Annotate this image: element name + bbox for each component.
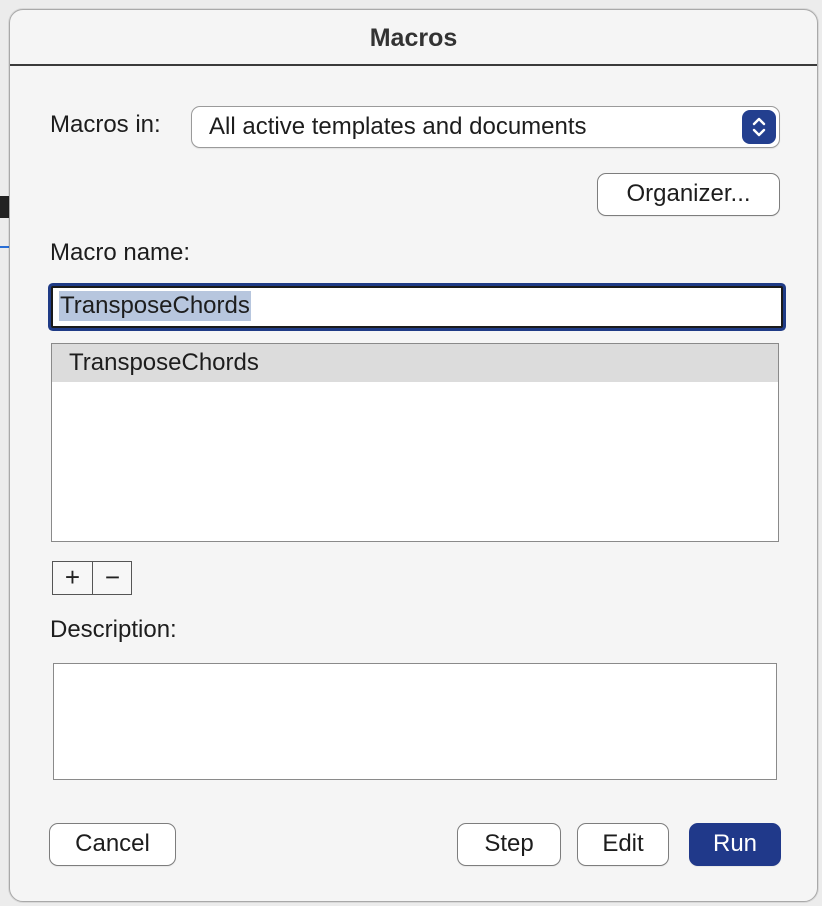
select-stepper-icon xyxy=(742,110,776,144)
organizer-button[interactable]: Organizer... xyxy=(597,173,780,216)
cancel-button[interactable]: Cancel xyxy=(49,823,176,866)
add-macro-button[interactable]: + xyxy=(53,562,92,594)
edit-button[interactable]: Edit xyxy=(577,823,669,866)
description-field[interactable] xyxy=(53,663,777,780)
dialog-title: Macros xyxy=(369,24,458,52)
dialog-titlebar: Macros xyxy=(10,10,817,66)
macro-list[interactable]: TransposeChords xyxy=(51,343,779,542)
description-label: Description: xyxy=(50,616,177,643)
step-button[interactable]: Step xyxy=(457,823,561,866)
macros-in-selected-value: All active templates and documents xyxy=(209,113,587,140)
macros-dialog: Macros Macros in: All active templates a… xyxy=(9,9,818,902)
run-button[interactable]: Run xyxy=(689,823,781,866)
macros-in-label: Macros in: xyxy=(50,111,161,138)
macro-name-field[interactable]: TransposeChords xyxy=(51,286,783,328)
remove-macro-button[interactable]: − xyxy=(93,562,132,594)
list-item[interactable]: TransposeChords xyxy=(52,344,778,382)
add-remove-control: + − xyxy=(52,561,132,595)
macro-name-value: TransposeChords xyxy=(59,291,251,321)
macro-name-label: Macro name: xyxy=(50,239,191,266)
macros-in-select[interactable]: All active templates and documents xyxy=(191,106,780,148)
